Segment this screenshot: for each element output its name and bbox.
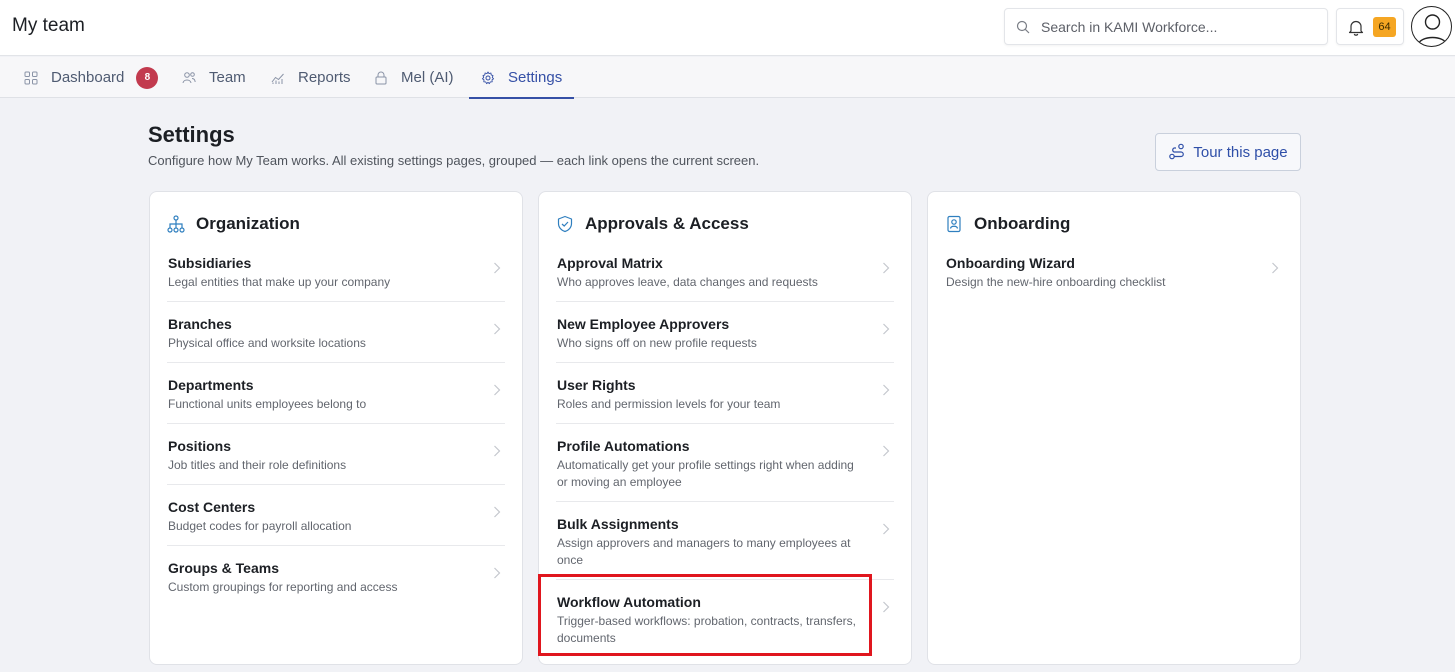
- tab-dashboard-label: Dashboard: [51, 69, 125, 86]
- onboarding-title: Onboarding: [974, 214, 1071, 233]
- link-description: Roles and permission levels for your tea…: [557, 397, 781, 411]
- approvals-access-list: Approval Matrix Who approves leave, data…: [556, 250, 894, 657]
- chevron-right-icon: [494, 323, 501, 335]
- link-description: Physical office and worksite locations: [168, 336, 366, 350]
- tab-bar: Dashboard 8 Team Reports Mel (AI) Settin…: [0, 57, 1455, 99]
- search-input[interactable]: [1041, 17, 1311, 37]
- tab-dashboard[interactable]: Dashboard 8: [24, 57, 159, 98]
- user-icon: [1417, 14, 1448, 46]
- page-subtitle: Configure how My Team works. All existin…: [148, 153, 760, 168]
- tab-settings-label: Settings: [508, 69, 563, 86]
- tab-team[interactable]: Team: [182, 57, 246, 98]
- chevron-right-icon: [494, 567, 501, 579]
- onboarding-header: Onboarding: [945, 214, 1070, 234]
- tab-mel-ai-label: Mel (AI): [401, 69, 454, 86]
- link-description: Assign approvers and managers to many em…: [557, 536, 851, 567]
- chevron-right-icon: [883, 445, 890, 457]
- grid-icon: [24, 71, 38, 84]
- chevron-right-icon: [494, 384, 501, 396]
- onboarding-card: Onboarding Onboarding Wizard Design the …: [927, 191, 1301, 665]
- bell-icon: [1348, 20, 1364, 36]
- settings-link-cost-centers[interactable]: Cost Centers Budget codes for payroll al…: [167, 485, 505, 546]
- shield-check-icon: [557, 215, 573, 233]
- onboarding-list: Onboarding Wizard Design the new-hire on…: [945, 250, 1283, 301]
- search-icon: [1016, 20, 1030, 34]
- link-title: Departments: [168, 377, 254, 393]
- settings-link-groups-teams[interactable]: Groups & Teams Custom groupings for repo…: [167, 546, 505, 606]
- link-description: Job titles and their role definitions: [168, 458, 347, 472]
- settings-link-departments[interactable]: Departments Functional units employees b…: [167, 363, 505, 424]
- link-title: Cost Centers: [168, 499, 256, 515]
- id-badge-icon: [947, 215, 961, 233]
- link-description: Functional units employees belong to: [168, 397, 367, 411]
- approvals-access-header: Approvals & Access: [556, 214, 749, 234]
- link-title: Workflow Automation: [557, 594, 701, 610]
- settings-link-approval-matrix[interactable]: Approval Matrix Who approves leave, data…: [556, 250, 894, 302]
- tour-page-label: Tour this page: [1193, 143, 1288, 161]
- lock-icon: [375, 71, 387, 84]
- app-title: My team: [12, 15, 85, 36]
- approvals-access-title: Approvals & Access: [585, 214, 749, 233]
- settings-link-user-rights[interactable]: User Rights Roles and permission levels …: [556, 363, 894, 424]
- notification-count-badge: 64: [1373, 17, 1396, 37]
- top-bar: My team 64: [0, 0, 1455, 56]
- settings-link-workflow-automation[interactable]: Workflow Automation Trigger-based workfl…: [556, 580, 894, 657]
- settings-link-new-employee-approvers[interactable]: New Employee Approvers Who signs off on …: [556, 302, 894, 363]
- chevron-right-icon: [494, 506, 501, 518]
- settings-link-onboarding-wizard[interactable]: Onboarding Wizard Design the new-hire on…: [945, 250, 1283, 301]
- link-title: Positions: [168, 438, 232, 454]
- bar-chart-icon: [271, 73, 284, 84]
- chevron-right-icon: [494, 445, 501, 457]
- notifications-button[interactable]: 64: [1336, 8, 1404, 45]
- link-description: Who signs off on new profile requests: [557, 336, 757, 350]
- search-box[interactable]: [1004, 8, 1328, 45]
- link-description: Design the new-hire onboarding checklist: [946, 275, 1166, 289]
- org-chart-icon: [167, 215, 185, 233]
- tab-settings[interactable]: Settings: [468, 57, 575, 99]
- link-description: Budget codes for payroll allocation: [168, 519, 352, 533]
- link-title: Groups & Teams: [168, 560, 279, 576]
- dashboard-count-badge: 8: [136, 66, 159, 89]
- tab-reports[interactable]: Reports: [271, 57, 351, 98]
- link-title: Subsidiaries: [168, 255, 252, 271]
- user-avatar[interactable]: [1411, 6, 1452, 47]
- link-description: Automatically get your profile settings …: [557, 458, 854, 489]
- link-title: Profile Automations: [557, 438, 690, 454]
- settings-link-branches[interactable]: Branches Physical office and worksite lo…: [167, 302, 505, 363]
- settings-link-subsidiaries[interactable]: Subsidiaries Legal entities that make up…: [167, 250, 505, 302]
- link-title: Onboarding Wizard: [946, 255, 1075, 271]
- organization-list: Subsidiaries Legal entities that make up…: [167, 250, 505, 606]
- chevron-right-icon: [883, 384, 890, 396]
- tab-mel-ai[interactable]: Mel (AI): [374, 57, 454, 98]
- link-description: Legal entities that make up your company: [168, 275, 391, 289]
- tab-team-label: Team: [209, 69, 246, 86]
- approvals-access-card: Approvals & Access Approval Matrix Who a…: [538, 191, 912, 665]
- people-icon: [182, 71, 196, 83]
- tour-page-button[interactable]: Tour this page: [1155, 133, 1301, 171]
- tab-reports-label: Reports: [298, 69, 351, 86]
- link-title: Approval Matrix: [557, 255, 663, 271]
- page-title: Settings: [148, 122, 235, 147]
- organization-card: Organization Subsidiaries Legal entities…: [149, 191, 523, 665]
- gear-icon: [481, 71, 495, 84]
- chevron-right-icon: [1272, 262, 1279, 274]
- organization-title: Organization: [196, 214, 300, 233]
- chevron-right-icon: [883, 323, 890, 335]
- link-title: Branches: [168, 316, 232, 332]
- link-title: Bulk Assignments: [557, 516, 679, 532]
- settings-link-positions[interactable]: Positions Job titles and their role defi…: [167, 424, 505, 485]
- chevron-right-icon: [494, 262, 501, 274]
- settings-link-bulk-assignments[interactable]: Bulk Assignments Assign approvers and ma…: [556, 502, 894, 580]
- settings-link-profile-automations[interactable]: Profile Automations Automatically get yo…: [556, 424, 894, 502]
- chevron-right-icon: [883, 601, 890, 613]
- link-description: Trigger-based workflows: probation, cont…: [557, 614, 857, 645]
- chevron-right-icon: [883, 523, 890, 535]
- link-description: Custom groupings for reporting and acces…: [168, 580, 398, 594]
- link-description: Who approves leave, data changes and req…: [557, 275, 818, 289]
- link-title: User Rights: [557, 377, 636, 393]
- organization-header: Organization: [167, 214, 300, 234]
- chevron-right-icon: [883, 262, 890, 274]
- link-title: New Employee Approvers: [557, 316, 730, 332]
- route-icon: [1169, 143, 1185, 160]
